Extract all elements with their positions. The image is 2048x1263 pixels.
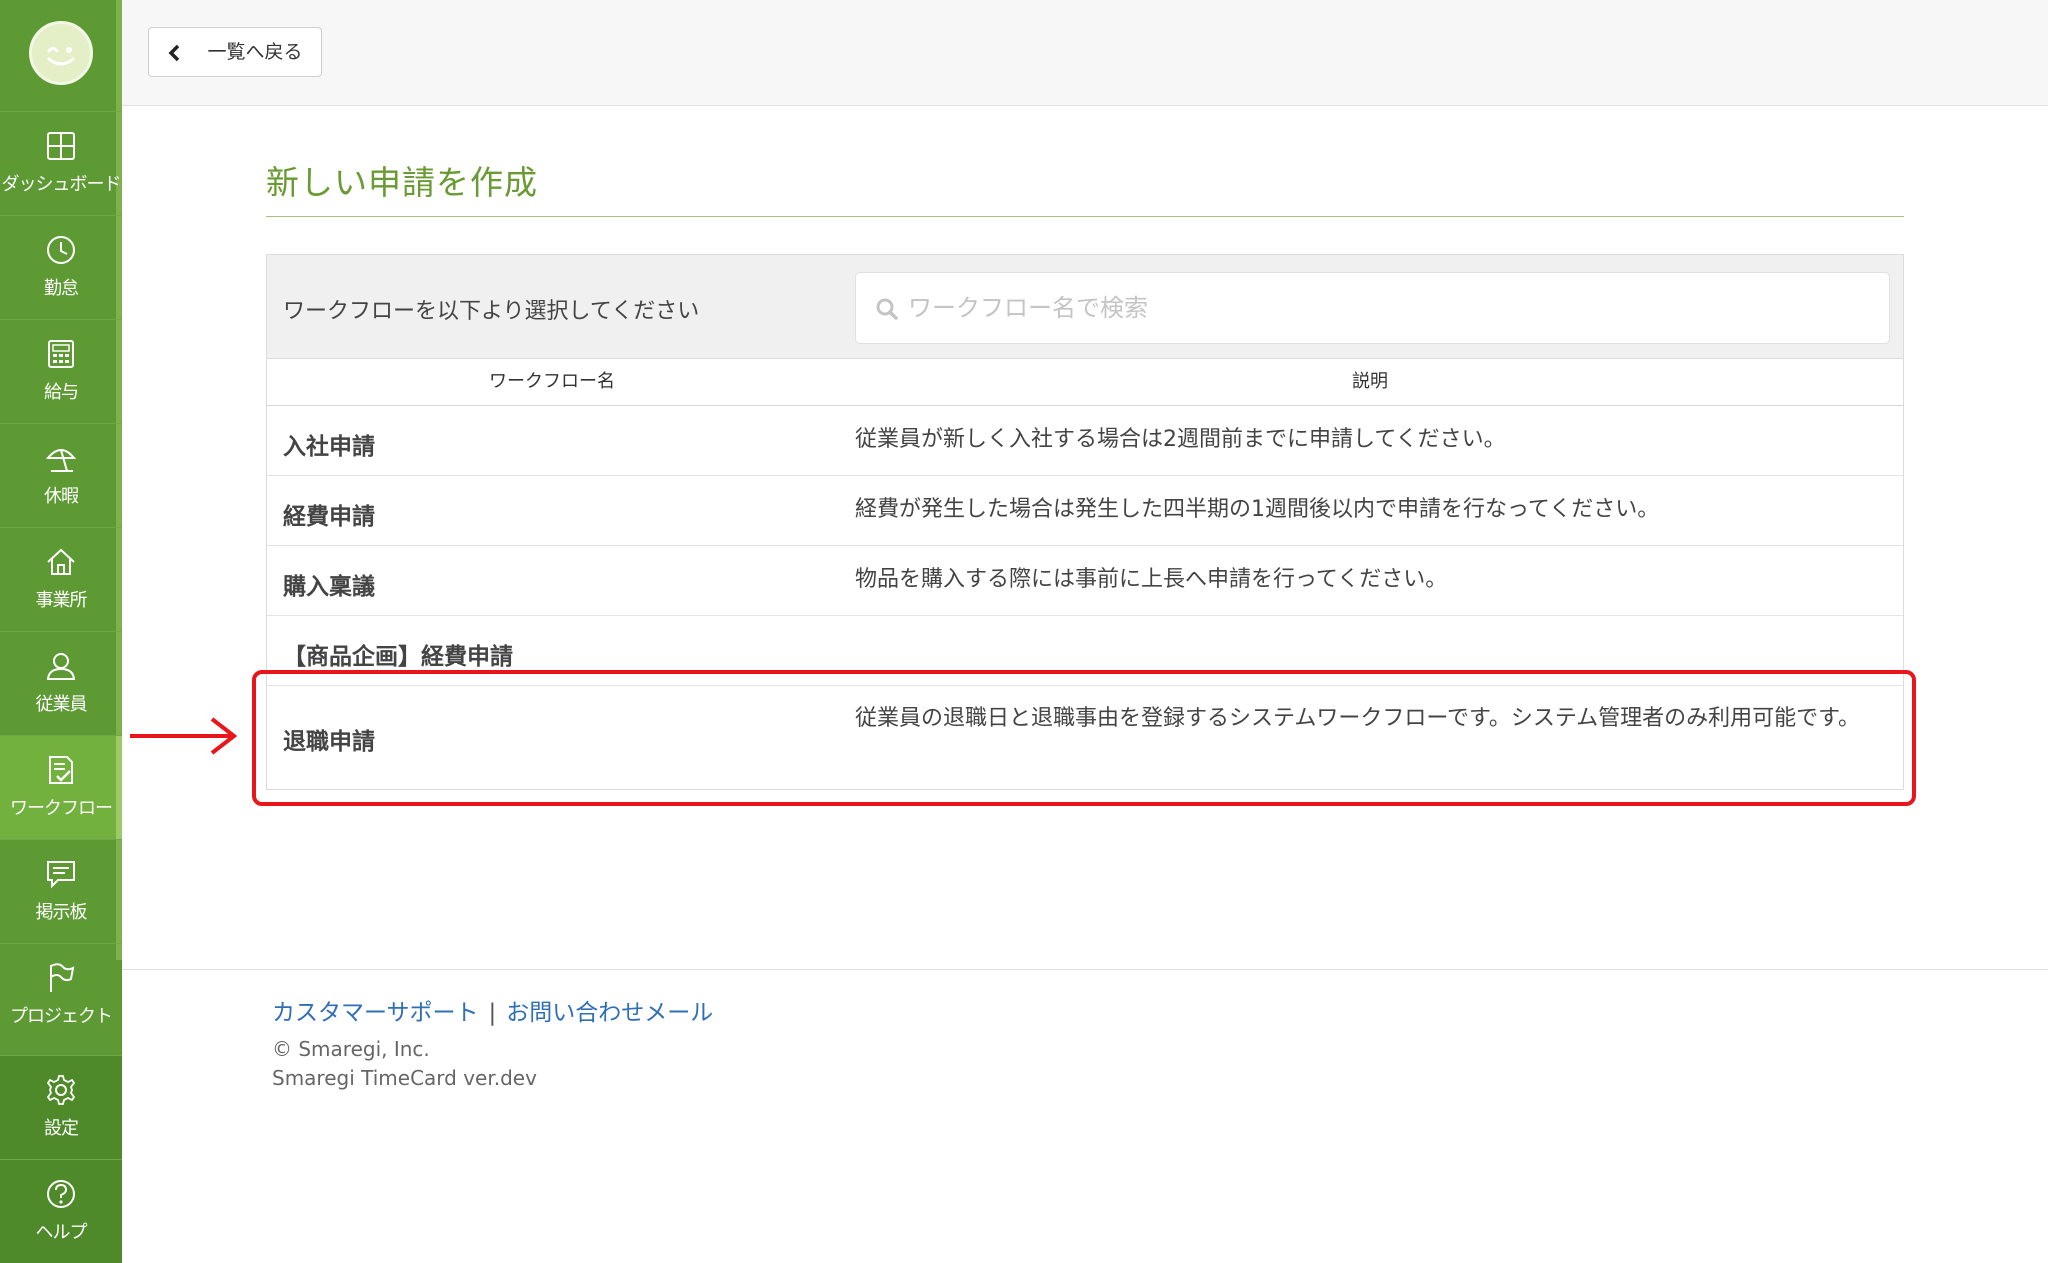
column-header-name: ワークフロー名 <box>489 371 615 392</box>
title-divider <box>266 216 1904 217</box>
highlight-box <box>252 670 1916 806</box>
message-icon <box>47 861 75 889</box>
workflow-search-input[interactable] <box>855 272 1890 344</box>
sidebar-item-project[interactable]: プロジェクト <box>0 943 122 1047</box>
page-title: 新しい申請を作成 <box>266 163 538 202</box>
select-prompt: ワークフローを以下より選択してください <box>283 299 700 324</box>
umbrella-icon <box>45 449 77 472</box>
panel-header: ワークフローを以下より選択してください <box>267 255 1903 359</box>
customer-support-link[interactable]: カスタマーサポート <box>272 1000 479 1026</box>
sidebar-item-board[interactable]: 掲示板 <box>0 839 122 943</box>
sidebar-item-dashboard[interactable]: ダッシュボード <box>0 111 122 215</box>
sidebar-item-attendance[interactable]: 勤怠 <box>0 215 122 319</box>
workflow-name: 経費申請 <box>283 504 375 530</box>
sidebar-item-payroll[interactable]: 給与 <box>0 319 122 423</box>
sidebar-item-settings[interactable]: 設定 <box>0 1055 122 1159</box>
logo[interactable] <box>29 21 93 85</box>
checklist-icon <box>49 756 73 784</box>
sidebar-item-employees[interactable]: 従業員 <box>0 631 122 735</box>
copyright: © Smaregi, Inc. <box>272 1037 430 1061</box>
sidebar-item-label: ダッシュボード <box>1 174 122 195</box>
workflow-name: 入社申請 <box>283 434 375 460</box>
arrow-right-icon <box>130 717 238 755</box>
home-icon <box>47 548 75 575</box>
calculator-icon <box>48 340 74 368</box>
sidebar-item-office[interactable]: 事業所 <box>0 527 122 631</box>
sidebar-item-label: 休暇 <box>44 486 79 507</box>
app-version: Smaregi TimeCard ver.dev <box>272 1066 537 1090</box>
workflow-description: 従業員が新しく入社する場合は2週間前までに申請してください。 <box>855 427 1506 452</box>
workflow-name: 【商品企画】経費申請 <box>283 644 513 670</box>
sidebar-item-label: ヘルプ <box>35 1222 88 1243</box>
help-icon <box>47 1180 75 1208</box>
sidebar-item-leave[interactable]: 休暇 <box>0 423 122 527</box>
gear-icon <box>46 1075 76 1105</box>
workflow-row-expense[interactable]: 経費申請 経費が発生した場合は発生した四半期の1週間後以内で申請を行なってくださ… <box>267 476 1903 546</box>
workflow-description: 物品を購入する際には事前に上長へ申請を行ってください。 <box>855 567 1448 592</box>
sidebar-item-label: プロジェクト <box>10 1006 113 1027</box>
smiley-logo-icon <box>47 47 75 66</box>
workflow-row-joining[interactable]: 入社申請 従業員が新しく入社する場合は2週間前までに申請してください。 <box>267 406 1903 476</box>
chevron-left-icon <box>168 44 180 62</box>
workflow-description: 経費が発生した場合は発生した四半期の1週間後以内で申請を行なってください。 <box>855 497 1660 522</box>
contact-mail-link[interactable]: お問い合わせメール <box>506 1000 713 1026</box>
workflow-name: 購入稟議 <box>283 574 375 600</box>
sidebar-item-label: 従業員 <box>35 694 88 715</box>
dashboard-icon <box>47 132 75 160</box>
search-icon <box>876 298 898 320</box>
flag-icon <box>50 963 75 992</box>
sidebar-item-label: 給与 <box>44 382 79 403</box>
column-header-description: 説明 <box>1352 371 1388 392</box>
sidebar-item-workflow[interactable]: ワークフロー <box>0 735 122 839</box>
sidebar-item-label: 掲示板 <box>35 902 88 923</box>
sidebar-item-help[interactable]: ヘルプ <box>0 1159 122 1263</box>
footer-divider <box>122 969 2048 970</box>
sidebar: ダッシュボード 勤怠 給与 休暇 事業所 従業員 ワークフロー 掲示板 プロジェ… <box>0 0 122 1263</box>
footer-separator: | <box>488 1000 497 1026</box>
person-icon <box>46 653 76 680</box>
sidebar-item-label: ワークフロー <box>10 798 113 819</box>
workflow-row-purchase[interactable]: 購入稟議 物品を購入する際には事前に上長へ申請を行ってください。 <box>267 546 1903 616</box>
sidebar-item-label: 事業所 <box>35 590 88 611</box>
back-to-list-button[interactable]: 一覧へ戻る <box>148 27 322 77</box>
sidebar-item-label: 勤怠 <box>44 278 79 299</box>
top-bar: 一覧へ戻る <box>122 0 2048 106</box>
footer-links: カスタマーサポート | お問い合わせメール <box>272 993 713 1027</box>
clock-icon <box>47 236 75 264</box>
back-button-label: 一覧へ戻る <box>207 42 303 63</box>
sidebar-item-label: 設定 <box>44 1118 79 1139</box>
